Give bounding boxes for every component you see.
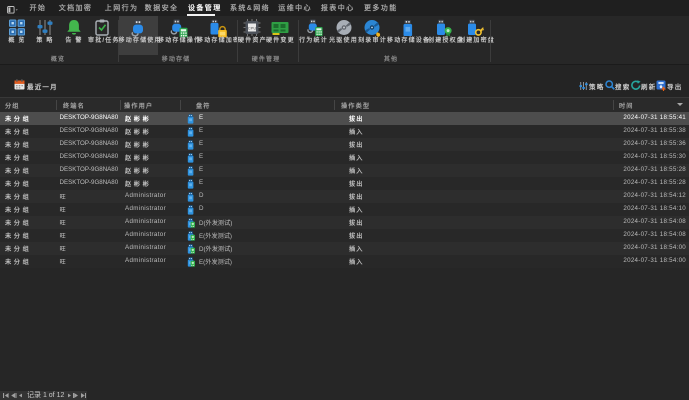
svg-text:CPU: CPU bbox=[248, 26, 257, 31]
